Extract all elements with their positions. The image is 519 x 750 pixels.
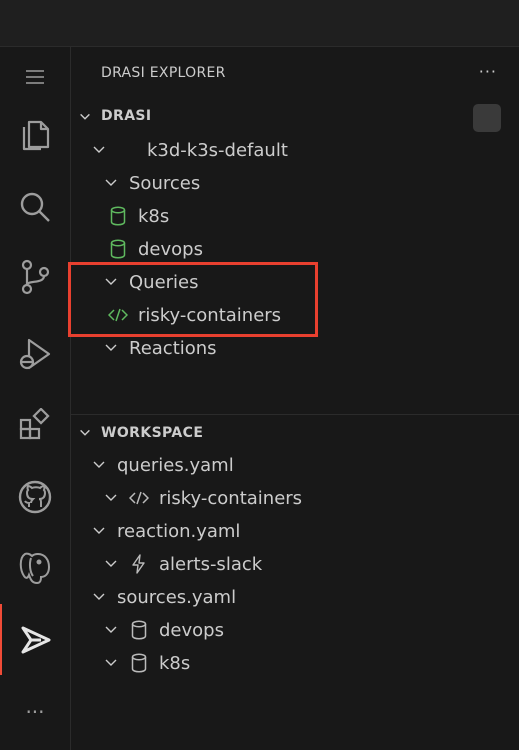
file-child-item[interactable]: risky-containers xyxy=(103,482,302,514)
query-child-label: risky-containers xyxy=(159,487,303,509)
title-bar xyxy=(0,0,519,47)
run-debug-icon[interactable] xyxy=(0,324,70,384)
database-icon xyxy=(129,620,149,640)
menu-icon[interactable] xyxy=(0,47,70,107)
cluster-label: k3d-k3s-default xyxy=(147,139,288,161)
code-icon xyxy=(129,488,149,508)
cluster-item[interactable]: k3d-k3s-default xyxy=(91,134,288,166)
more-label: ··· xyxy=(25,700,45,724)
more-icon[interactable]: ··· xyxy=(0,682,70,742)
sources-group[interactable]: Sources xyxy=(103,167,200,199)
file-label: reaction.yaml xyxy=(117,520,241,542)
drasi-icon[interactable] xyxy=(0,610,70,670)
database-icon xyxy=(108,239,128,259)
chevron-down-icon xyxy=(105,179,117,186)
files-icon[interactable] xyxy=(0,105,70,165)
github-icon[interactable] xyxy=(0,467,70,527)
database-icon xyxy=(129,653,149,673)
file-child-item[interactable]: devops xyxy=(103,614,224,646)
explorer-header: DRASI EXPLORER xyxy=(101,65,226,81)
source-label-k8s: k8s xyxy=(138,205,170,227)
postgres-icon[interactable] xyxy=(0,537,70,597)
chevron-down-icon xyxy=(93,146,105,153)
extensions-icon[interactable] xyxy=(0,395,70,455)
more-actions-button[interactable]: ··· xyxy=(479,62,497,81)
sidebar: DRASI EXPLORER ··· DRASI k3d-k3s-default… xyxy=(71,47,519,750)
file-child-item[interactable]: alerts-slack xyxy=(103,548,262,580)
chevron-down-icon[interactable] xyxy=(78,110,92,124)
reactions-label: Reactions xyxy=(129,337,217,359)
file-child-item[interactable]: k8s xyxy=(103,647,190,679)
file-label: sources.yaml xyxy=(117,586,237,608)
reaction-child-label: alerts-slack xyxy=(159,553,263,575)
drasi-section-title[interactable]: DRASI xyxy=(101,108,152,124)
search-icon[interactable] xyxy=(0,177,70,237)
source-child-label: devops xyxy=(159,619,224,641)
chevron-down-icon xyxy=(105,659,117,666)
file-label: queries.yaml xyxy=(117,454,234,476)
sources-label: Sources xyxy=(129,172,201,194)
queries-highlight-box xyxy=(68,262,318,337)
source-item[interactable]: k8s xyxy=(108,200,169,232)
chevron-down-icon[interactable] xyxy=(78,426,92,440)
chevron-down-icon xyxy=(105,626,117,633)
chevron-down-icon xyxy=(105,560,117,567)
file-item[interactable]: reaction.yaml xyxy=(91,515,240,547)
section-divider xyxy=(71,414,519,415)
file-item[interactable]: queries.yaml xyxy=(91,449,234,481)
workspace-section-title[interactable]: WORKSPACE xyxy=(101,425,203,441)
source-item[interactable]: devops xyxy=(108,233,203,265)
source-control-icon[interactable] xyxy=(0,247,70,307)
section-action-box[interactable] xyxy=(473,104,501,132)
chevron-down-icon xyxy=(93,593,105,600)
source-label-devops: devops xyxy=(138,238,203,260)
database-icon xyxy=(108,206,128,226)
chevron-down-icon xyxy=(105,494,117,501)
file-item[interactable]: sources.yaml xyxy=(91,581,236,613)
activity-bar: ··· xyxy=(0,47,71,750)
source-child-label: k8s xyxy=(159,652,191,674)
chevron-down-icon xyxy=(93,461,105,468)
lightning-icon xyxy=(129,554,149,574)
chevron-down-icon xyxy=(93,527,105,534)
chevron-down-icon xyxy=(105,344,117,351)
